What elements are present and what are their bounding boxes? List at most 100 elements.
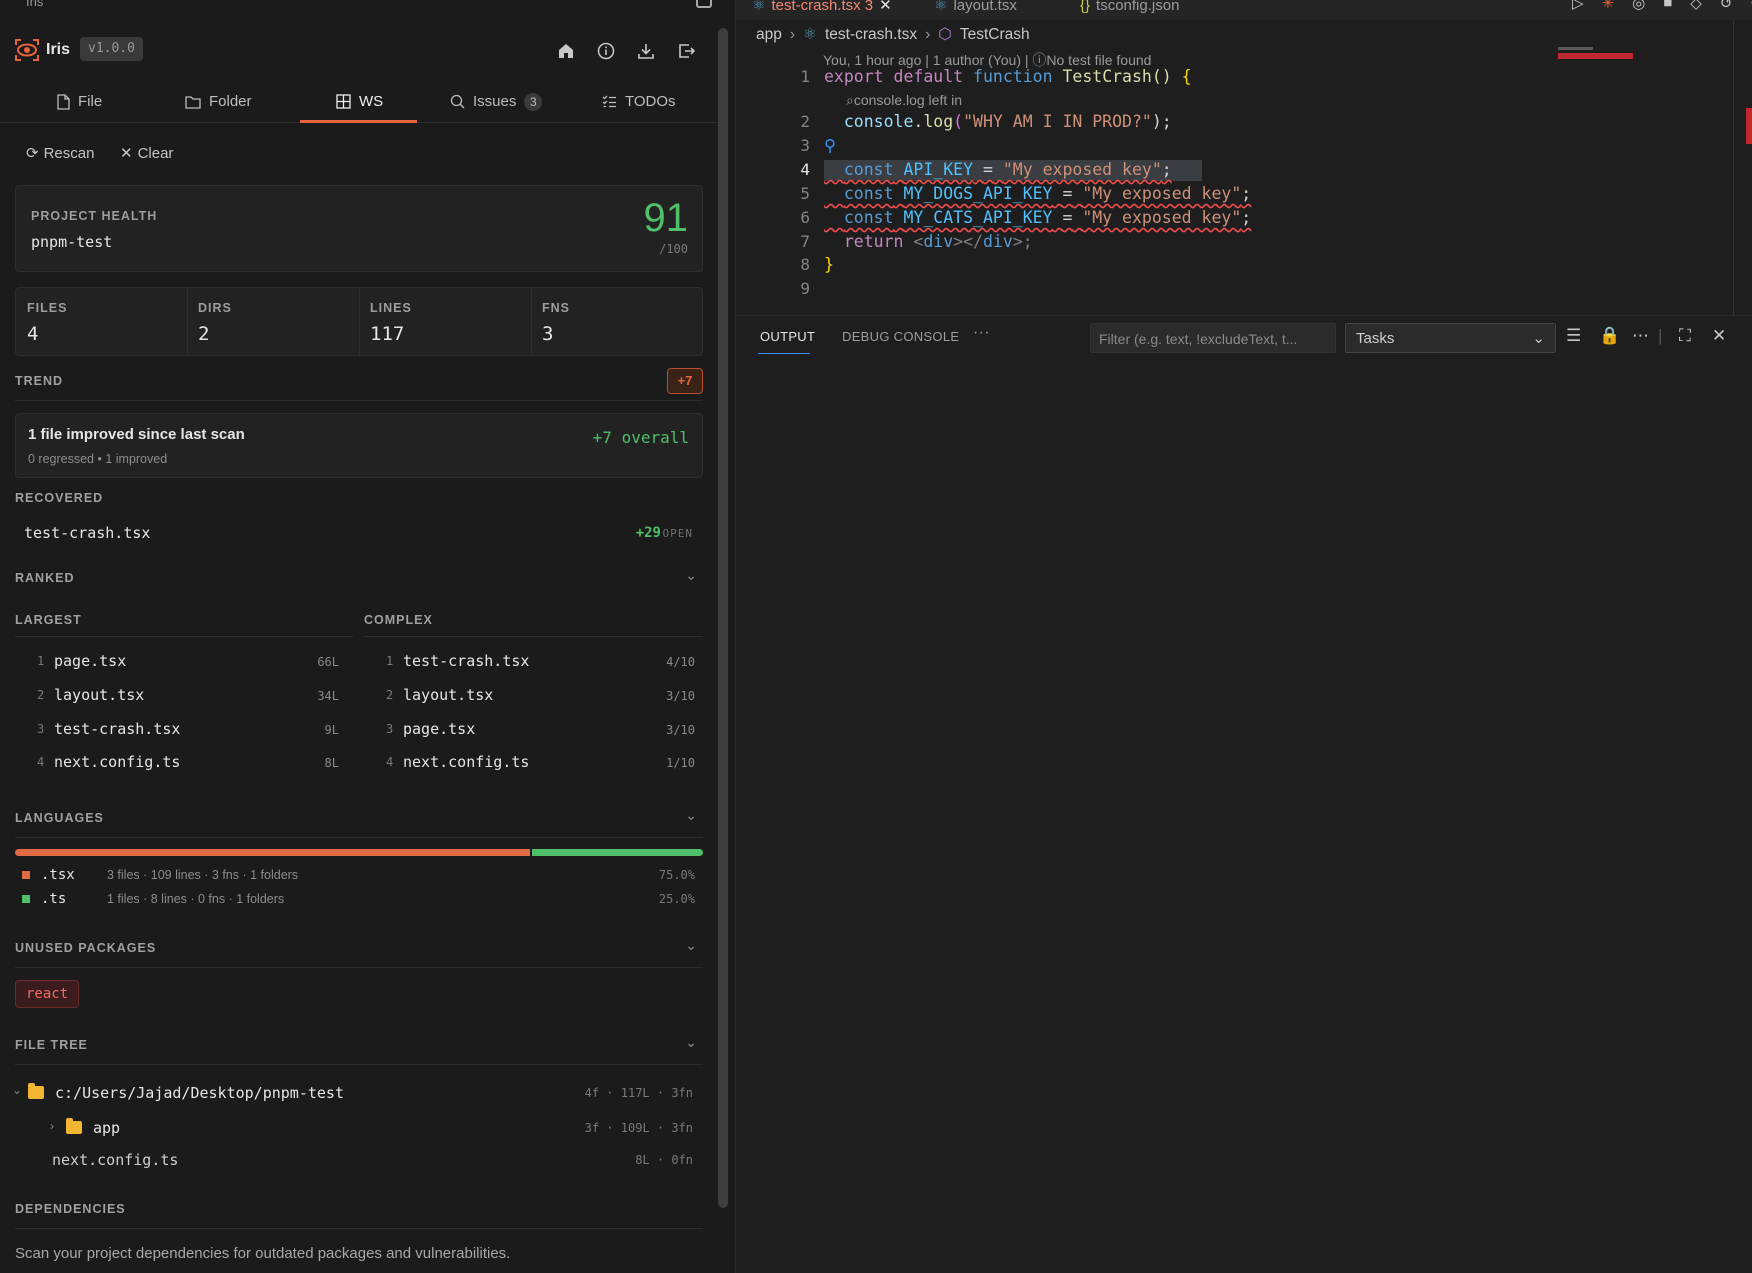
tree-file-row[interactable]: next.config.ts 8L · 0fn <box>0 1146 703 1174</box>
copilot-icon[interactable]: ◎ <box>1632 0 1645 12</box>
more-tabs-icon[interactable]: ··· <box>973 324 990 342</box>
home-icon[interactable] <box>555 40 577 62</box>
tab-todos[interactable]: TODOs <box>602 80 676 123</box>
download-icon[interactable] <box>635 40 657 62</box>
panel-toggle-icon[interactable] <box>696 0 712 8</box>
output-filter-input[interactable]: Filter (e.g. text, !excludeText, t... <box>1090 323 1336 353</box>
minimap-preview[interactable] <box>1558 47 1593 50</box>
editor-tab-label: layout.tsx <box>953 0 1017 14</box>
code-token: ; <box>1161 160 1172 179</box>
chevron-down-icon[interactable]: ⌄ <box>685 1034 697 1051</box>
tree-folder-row[interactable]: › app 3f · 109L · 3fn <box>0 1114 703 1142</box>
tree-root-path: c:/Users/Jajad/Desktop/pnpm-test <box>55 1084 344 1102</box>
editor-tab-layout[interactable]: ⚛ layout.tsx <box>934 0 1017 20</box>
ranked-label: RANKED <box>15 571 75 585</box>
line-number: 5 <box>800 184 810 203</box>
code-line[interactable]: 6 const MY_CATS_API_KEY = "My exposed ke… <box>736 208 1726 231</box>
chevron-down-icon[interactable]: ⌄ <box>685 567 697 584</box>
tab-file[interactable]: File <box>56 80 102 123</box>
code-line[interactable]: 8 } <box>736 255 1726 278</box>
editor-tab-test-crash[interactable]: ⚛ test-crash.tsx 3 ✕ <box>752 0 892 20</box>
maximize-panel-icon[interactable]: ⛶ <box>1679 326 1691 346</box>
close-icon: ✕ <box>120 145 133 162</box>
language-info: 1 files · 8 lines · 0 fns · 1 folders <box>107 892 285 906</box>
chevron-down-icon: ⌄ <box>1532 330 1545 347</box>
rank-number: 1 <box>37 654 45 668</box>
breadcrumb: app › ⚛ test-crash.tsx › ⬡ TestCrash <box>756 25 1030 44</box>
rescan-label: Rescan <box>43 144 95 162</box>
list-item[interactable]: 3 test-crash.tsx 9L <box>15 715 348 745</box>
chevron-down-icon[interactable]: ⌄ <box>685 937 697 954</box>
refresh-icon: ⟳ <box>26 145 39 162</box>
tab-issues[interactable]: Issues 3 <box>450 80 543 123</box>
tree-root-row[interactable]: ⌄ c:/Users/Jajad/Desktop/pnpm-test 4f · … <box>0 1079 703 1107</box>
divider <box>15 837 703 838</box>
code-line[interactable]: 4 const API_KEY = "My exposed key"; <box>736 160 1726 183</box>
code-line[interactable]: 7 return <div></div>; <box>736 232 1726 255</box>
code-line[interactable]: 9 <box>736 279 1726 302</box>
list-item[interactable]: 2 layout.tsx 3/10 <box>364 681 704 711</box>
list-item[interactable]: 1 page.tsx 66L <box>15 647 348 677</box>
output-channel-value: Tasks <box>1356 330 1395 347</box>
unused-package-tag[interactable]: react <box>15 980 80 1008</box>
tree-folder-meta: 3f · 109L · 3fn <box>584 1121 693 1135</box>
clear-output-icon[interactable]: ☰ <box>1566 326 1581 346</box>
tab-folder-label: Folder <box>209 93 252 110</box>
stat-lines: LINES 117 <box>359 288 531 355</box>
output-channel-select[interactable]: Tasks ⌄ <box>1345 323 1556 353</box>
pin-icon[interactable]: ◇ <box>1690 0 1702 12</box>
close-panel-icon[interactable]: ✕ <box>1712 326 1726 346</box>
export-icon[interactable] <box>675 40 697 62</box>
lightbulb-icon[interactable]: ⚲ <box>824 136 836 155</box>
chevron-right-icon[interactable]: › <box>50 1119 54 1133</box>
project-name: pnpm-test <box>31 233 113 251</box>
code-line[interactable]: 2 console.log("WHY AM I IN PROD?"); <box>736 112 1726 135</box>
history-icon[interactable]: ↺ <box>1720 0 1733 12</box>
breadcrumb-item[interactable]: app <box>756 26 782 44</box>
list-item[interactable]: 2 layout.tsx 34L <box>15 681 348 711</box>
trend-label: TREND <box>15 374 64 388</box>
tab-ws[interactable]: WS <box>336 80 383 123</box>
chevron-down-icon[interactable]: ⌄ <box>12 1083 22 1097</box>
tab-debug-console[interactable]: DEBUG CONSOLE <box>842 329 959 344</box>
open-file-link[interactable]: OPEN <box>663 527 694 540</box>
recovered-file-row[interactable]: test-crash.tsx +29 OPEN <box>15 518 703 548</box>
language-swatch <box>22 871 30 879</box>
line-number: 7 <box>800 232 810 251</box>
chevron-down-icon[interactable]: ⌄ <box>685 807 697 824</box>
lock-icon[interactable]: 🔒 <box>1599 326 1620 346</box>
rescan-button[interactable]: ⟳ Rescan <box>26 144 95 163</box>
symbol-method-icon: ⬡ <box>938 26 952 43</box>
rank-number: 2 <box>386 688 394 702</box>
spark-icon[interactable]: ✳ <box>1602 0 1615 12</box>
breadcrumb-item[interactable]: test-crash.tsx <box>825 26 917 44</box>
tab-folder[interactable]: Folder <box>185 80 252 123</box>
code-line[interactable]: 1 export default function TestCrash() { <box>736 67 1726 90</box>
code-token: API_KEY <box>903 160 974 179</box>
minimap-error-marker[interactable] <box>1558 53 1633 59</box>
editor-tab-tsconfig[interactable]: {} tsconfig.json <box>1080 0 1179 20</box>
clear-button[interactable]: ✕ Clear <box>120 144 173 163</box>
code-token: } <box>824 255 834 274</box>
list-item[interactable]: 4 next.config.ts 1/10 <box>364 748 704 778</box>
code-line[interactable]: 5 const MY_DOGS_API_KEY = "My exposed ke… <box>736 184 1726 207</box>
run-icon[interactable]: ▷ <box>1572 0 1584 12</box>
tab-output[interactable]: OUTPUT <box>760 329 815 344</box>
scrollbar-error-marker[interactable] <box>1746 108 1752 144</box>
version-badge: v1.0.0 <box>80 37 143 61</box>
more-icon[interactable]: ⋯ <box>1632 326 1649 346</box>
file-metric: 34L <box>317 689 339 703</box>
code-line[interactable]: 3 ⚲ <box>736 136 1726 159</box>
list-item[interactable]: 1 test-crash.tsx 4/10 <box>364 647 704 677</box>
close-tab-icon[interactable]: ✕ <box>879 0 892 14</box>
breadcrumb-item[interactable]: TestCrash <box>960 26 1030 44</box>
file-icon <box>57 93 70 110</box>
list-item[interactable]: 4 next.config.ts 8L <box>15 748 348 778</box>
file-metric: 9L <box>324 723 339 737</box>
editor-scrollbar-track[interactable] <box>1733 20 1734 315</box>
list-item[interactable]: 3 page.tsx 3/10 <box>364 715 704 745</box>
codelens-hint[interactable]: ⌕console.log left in <box>846 92 962 109</box>
sidebar-scrollbar[interactable] <box>718 28 728 1208</box>
info-icon[interactable] <box>595 40 617 62</box>
square-icon[interactable]: ■ <box>1663 0 1672 12</box>
